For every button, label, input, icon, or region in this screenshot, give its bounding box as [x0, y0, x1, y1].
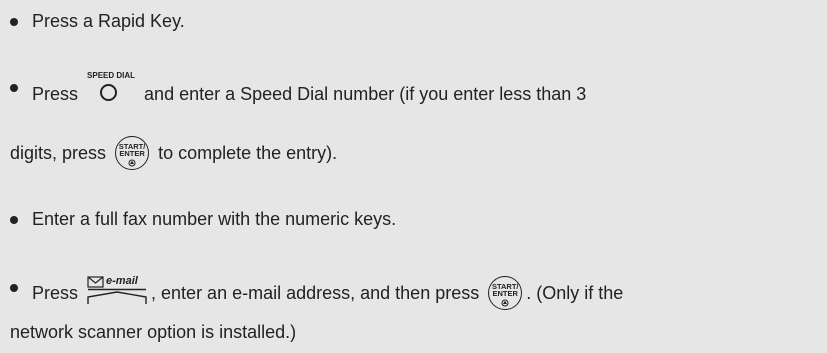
- circle-key-icon: [100, 84, 118, 101]
- list-item-text: Enter a full fax number with the numeric…: [32, 209, 397, 229]
- email-key-icon: e-mail: [87, 275, 147, 305]
- text-enter-email: , enter an e-mail address, and then pres…: [151, 282, 480, 303]
- list-item-text: Press a Rapid Key.: [32, 11, 185, 31]
- list-item-text-continuation: network scanner option is installed.): [10, 322, 297, 342]
- text-complete-entry: to complete the entry).: [158, 142, 338, 163]
- start-symbol-icon: [128, 159, 136, 167]
- start-enter-key-icon: START/ ENTER: [115, 136, 150, 170]
- list-item-text-continuation: digits, press START/ ENTER to complete t…: [10, 136, 338, 171]
- email-key-label: e-mail: [106, 275, 138, 287]
- bullet-icon: [10, 284, 18, 292]
- start-symbol-icon: [501, 299, 509, 307]
- text-press: Press: [32, 83, 79, 104]
- speed-dial-key-icon: SPEED DIAL: [87, 71, 135, 107]
- list-item-text: Press SPEED DIAL and enter a Speed Dial …: [32, 71, 587, 113]
- start-enter-key-icon: START/ ENTER: [488, 276, 523, 310]
- text-speed-dial-instruction: and enter a Speed Dial number (if you en…: [144, 83, 587, 104]
- text-press: Press: [32, 282, 79, 303]
- enter-key-label: ENTER: [492, 289, 518, 298]
- bullet-icon: [10, 18, 18, 26]
- enter-key-label: ENTER: [119, 149, 145, 158]
- bullet-icon: [10, 216, 18, 224]
- bullet-icon: [10, 84, 18, 92]
- list-item-text: Press e-mail , enter an e-mail address, …: [32, 275, 624, 311]
- text-only-if: . (Only if the: [526, 282, 624, 303]
- speed-dial-key-label: SPEED DIAL: [87, 71, 136, 80]
- text-digits-press: digits, press: [10, 142, 107, 163]
